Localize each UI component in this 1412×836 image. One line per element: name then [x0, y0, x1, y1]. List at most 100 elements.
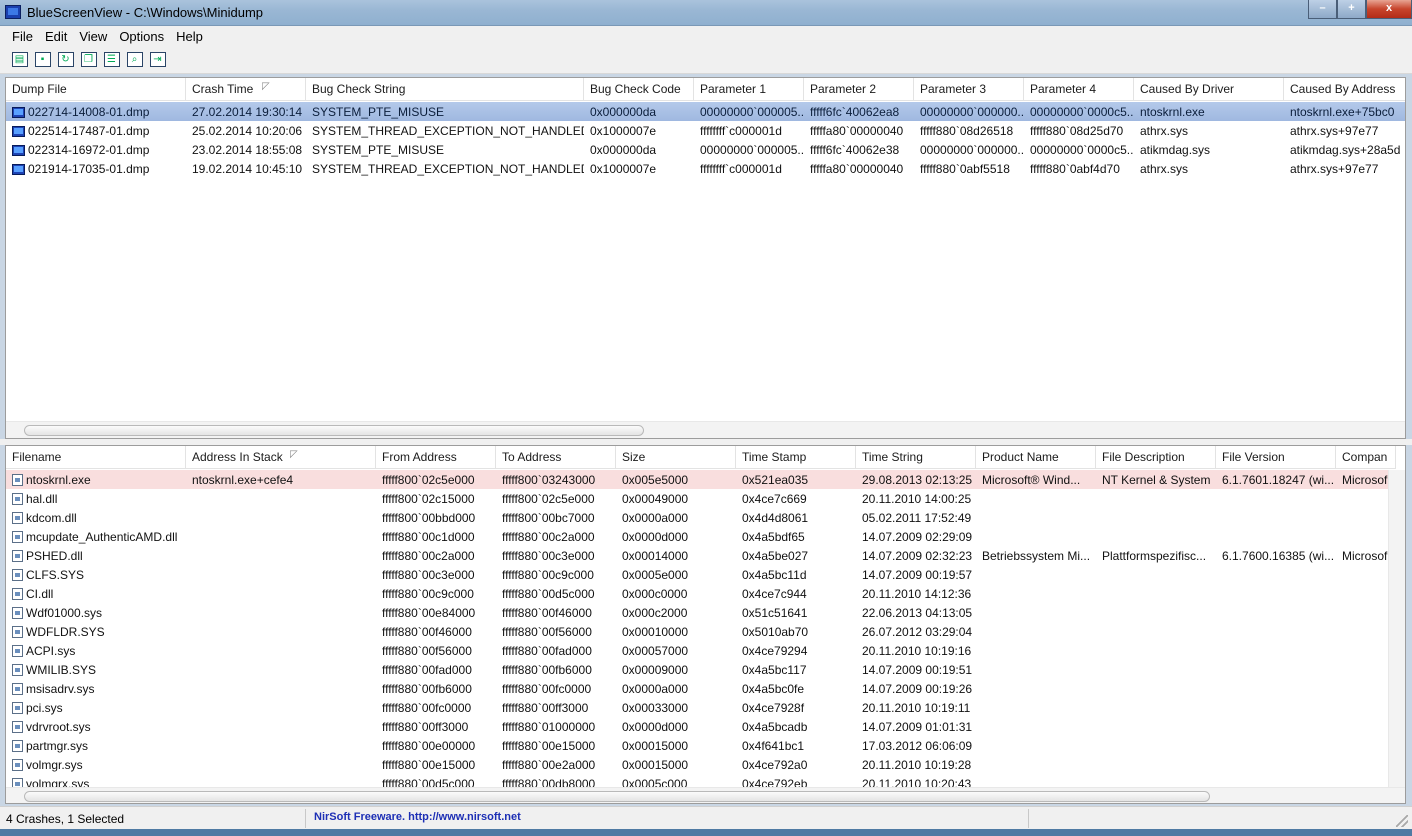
crash-row[interactable]: 021914-17035-01.dmp 19.02.2014 10:45:10 SY…: [6, 159, 1405, 178]
menu-options[interactable]: Options: [113, 26, 170, 46]
minimize-button[interactable]: –: [1308, 0, 1337, 19]
html-report-button[interactable]: ▤: [8, 49, 31, 71]
driver-cell-compan: [1336, 584, 1396, 603]
driver-header-to-address[interactable]: To Address: [496, 446, 616, 469]
menu-help[interactable]: Help: [170, 26, 209, 46]
dump-file-icon: [12, 126, 25, 137]
crash-cell-text: ffffffff`c000001d: [700, 162, 782, 176]
driver-cell-text: 0x00010000: [622, 625, 689, 639]
driver-row[interactable]: pci.sys fffff880`00fc0000 fffff880`00ff300…: [6, 698, 1396, 717]
menu-view[interactable]: View: [73, 26, 113, 46]
menu-file[interactable]: File: [6, 26, 39, 46]
driver-list[interactable]: Filename Address In Stack ◸ From Address To …: [5, 445, 1406, 804]
crash-list[interactable]: Dump File Crash Time ◸ Bug Check String Bug …: [5, 77, 1406, 439]
driver-row[interactable]: WMILIB.SYS fffff880`00fad000 fffff880`00fb…: [6, 660, 1396, 679]
driver-header-file-description[interactable]: File Description: [1096, 446, 1216, 469]
driver-cell-product-name: [976, 736, 1096, 755]
driver-row[interactable]: vdrvroot.sys fffff880`00ff3000 fffff880`01…: [6, 717, 1396, 736]
driver-row[interactable]: volmgr.sys fffff880`00e15000 fffff880`00e2…: [6, 755, 1396, 774]
crash-header-caused-by-address[interactable]: Caused By Address: [1284, 78, 1405, 101]
driver-cell-text: 0x51c51641: [742, 606, 808, 620]
crash-header-crash-time[interactable]: Crash Time ◸: [186, 78, 306, 101]
driver-row[interactable]: kdcom.dll fffff800`00bbd000 fffff800`00bc7…: [6, 508, 1396, 527]
driver-cell-text: 26.07.2012 03:29:04: [862, 625, 973, 639]
driver-header-compan[interactable]: Compan: [1336, 446, 1396, 469]
driver-row[interactable]: CI.dll fffff880`00c9c000 fffff880`00d5c000…: [6, 584, 1396, 603]
app-icon: [5, 5, 21, 19]
driver-list-vscrollbar[interactable]: [1388, 470, 1405, 788]
driver-cell-size: 0x0005e000: [616, 565, 736, 584]
crash-header-dump-file[interactable]: Dump File: [6, 78, 186, 101]
crash-row[interactable]: 022714-14008-01.dmp 27.02.2014 19:30:14 SY…: [6, 102, 1405, 121]
maximize-button[interactable]: +: [1337, 0, 1366, 19]
crash-header-label: Parameter 3: [920, 82, 987, 96]
driver-row[interactable]: WDFLDR.SYS fffff880`00f46000 fffff880`00f5…: [6, 622, 1396, 641]
driver-list-hscrollbar[interactable]: [6, 787, 1405, 803]
crash-cell-text: fffff6fc`40062e38: [810, 143, 900, 157]
driver-row[interactable]: msisadrv.sys fffff880`00fb6000 fffff880`00…: [6, 679, 1396, 698]
driver-list-hscroll-thumb[interactable]: [24, 791, 1210, 802]
crash-header-label: Caused By Address: [1290, 82, 1396, 96]
crash-header-parameter-1[interactable]: Parameter 1: [694, 78, 804, 101]
exit-button[interactable]: ⇥: [146, 49, 169, 71]
driver-cell-filename: hal.dll: [6, 489, 186, 508]
crash-header-parameter-4[interactable]: Parameter 4: [1024, 78, 1134, 101]
driver-cell-text: fffff880`00f56000: [382, 644, 472, 658]
crash-cell-parameter-2: fffffa80`00000040: [804, 159, 914, 178]
resize-grip-icon[interactable]: [1396, 815, 1408, 827]
html-report-icon: ▤: [11, 52, 28, 67]
driver-cell-time-string: 20.11.2010 10:19:16: [856, 641, 976, 660]
driver-cell-time-string: 14.07.2009 02:32:23: [856, 546, 976, 565]
crash-row[interactable]: 022314-16972-01.dmp 23.02.2014 18:55:08 SY…: [6, 140, 1405, 159]
driver-header-from-address[interactable]: From Address: [376, 446, 496, 469]
crash-header-bug-check-code[interactable]: Bug Check Code: [584, 78, 694, 101]
crash-header-bug-check-string[interactable]: Bug Check String: [306, 78, 584, 101]
driver-cell-text: fffff880`00c9c000: [502, 568, 594, 582]
driver-row[interactable]: hal.dll fffff800`02c15000 fffff800`02c5e00…: [6, 489, 1396, 508]
driver-row[interactable]: PSHED.dll fffff880`00c2a000 fffff880`00c3e…: [6, 546, 1396, 565]
driver-row[interactable]: ACPI.sys fffff880`00f56000 fffff880`00fad0…: [6, 641, 1396, 660]
driver-header-product-name[interactable]: Product Name: [976, 446, 1096, 469]
driver-cell-address-in-stack: [186, 565, 376, 584]
close-button[interactable]: x: [1366, 0, 1412, 19]
crash-header-caused-by-driver[interactable]: Caused By Driver: [1134, 78, 1284, 101]
properties-button[interactable]: ☰: [100, 49, 123, 71]
driver-row[interactable]: partmgr.sys fffff880`00e00000 fffff880`00e…: [6, 736, 1396, 755]
driver-cell-address-in-stack: [186, 584, 376, 603]
driver-row[interactable]: ntoskrnl.exe ntoskrnl.exe+cefe4 fffff800`0…: [6, 470, 1396, 489]
menu-edit[interactable]: Edit: [39, 26, 73, 46]
crash-row[interactable]: 022514-17487-01.dmp 25.02.2014 10:20:06 SY…: [6, 121, 1405, 140]
crash-header-label: Crash Time: [192, 82, 254, 96]
driver-header-file-version[interactable]: File Version: [1216, 446, 1336, 469]
driver-cell-address-in-stack: [186, 527, 376, 546]
crash-cell-text: 00000000`000000...: [920, 143, 1024, 157]
refresh-button[interactable]: ↻: [54, 49, 77, 71]
driver-header-time-stamp[interactable]: Time Stamp: [736, 446, 856, 469]
driver-header-label: File Version: [1222, 450, 1285, 464]
copy-button[interactable]: ❐: [77, 49, 100, 71]
driver-row[interactable]: CLFS.SYS fffff880`00c3e000 fffff880`00c9c0…: [6, 565, 1396, 584]
driver-header-size[interactable]: Size: [616, 446, 736, 469]
crash-list-hscroll-thumb[interactable]: [24, 425, 644, 436]
driver-cell-time-stamp: 0x521ea035: [736, 470, 856, 489]
crash-cell-text: 27.02.2014 19:30:14: [192, 105, 303, 119]
driver-cell-from-address: fffff880`00ff3000: [376, 717, 496, 736]
driver-cell-compan: [1336, 679, 1396, 698]
driver-cell-size: 0x00057000: [616, 641, 736, 660]
driver-cell-text: NT Kernel & System: [1102, 473, 1211, 487]
driver-header-address-in-stack[interactable]: Address In Stack ◸: [186, 446, 376, 469]
find-button[interactable]: ⌕: [123, 49, 146, 71]
crash-header-parameter-3[interactable]: Parameter 3: [914, 78, 1024, 101]
driver-cell-address-in-stack: [186, 622, 376, 641]
driver-row[interactable]: mcupdate_AuthenticAMD.dll fffff880`00c1d0…: [6, 527, 1396, 546]
crash-header-parameter-2[interactable]: Parameter 2: [804, 78, 914, 101]
crash-cell-caused-by-driver: athrx.sys: [1134, 121, 1284, 140]
driver-row[interactable]: Wdf01000.sys fffff880`00e84000 fffff880`00…: [6, 603, 1396, 622]
status-credit-link[interactable]: NirSoft Freeware. http://www.nirsoft.net: [305, 809, 1029, 828]
driver-cell-file-description: [1096, 508, 1216, 527]
driver-list-header: Filename Address In Stack ◸ From Address To …: [6, 446, 1396, 469]
save-button[interactable]: ▪: [31, 49, 54, 71]
crash-list-hscrollbar[interactable]: [6, 421, 1405, 438]
driver-header-filename[interactable]: Filename: [6, 446, 186, 469]
driver-header-time-string[interactable]: Time String: [856, 446, 976, 469]
